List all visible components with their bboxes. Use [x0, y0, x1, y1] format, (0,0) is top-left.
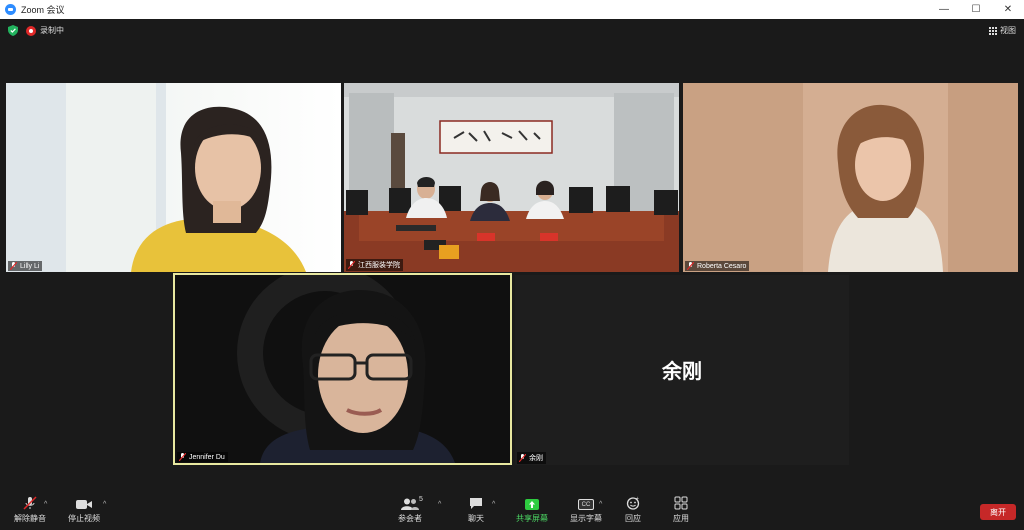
mic-muted-icon	[348, 261, 355, 269]
close-button[interactable]: ✕	[992, 0, 1024, 19]
participant-video-room	[344, 83, 679, 272]
security-shield-icon[interactable]	[8, 25, 18, 36]
apps-button[interactable]: 应用	[651, 494, 711, 524]
video-tile-roberta-cesaro[interactable]: Roberta Cesaro	[683, 83, 1018, 272]
mic-muted-icon	[687, 262, 694, 270]
video-tile-lilly-li[interactable]: Lilly Li	[6, 83, 341, 272]
video-tile-conference-room[interactable]: 江西服装学院	[344, 83, 679, 272]
window-controls: — ☐ ✕	[928, 0, 1024, 19]
mic-muted-icon	[23, 494, 37, 510]
share-screen-label: 共享屏幕	[516, 514, 548, 523]
chat-button[interactable]: 聊天	[446, 494, 506, 524]
video-camera-icon	[76, 494, 92, 510]
captions-options-caret[interactable]: ^	[599, 501, 602, 508]
leave-button[interactable]: 离开	[980, 504, 1016, 520]
minimize-button[interactable]: —	[928, 0, 960, 19]
share-screen-button[interactable]: 共享屏幕	[502, 494, 562, 524]
participant-name: Roberta Cesaro	[697, 262, 747, 270]
maximize-button[interactable]: ☐	[960, 0, 992, 19]
reactions-label: 回应	[625, 514, 641, 523]
window-title: Zoom 会议	[21, 5, 65, 15]
zoom-logo-icon	[5, 4, 16, 15]
title-bar: Zoom 会议 — ☐ ✕	[0, 0, 1024, 19]
mic-muted-icon	[179, 453, 186, 461]
svg-text:+: +	[636, 496, 639, 502]
closed-captions-icon: CC	[578, 499, 594, 510]
stop-video-label: 停止视频	[68, 514, 100, 523]
video-options-caret[interactable]: ^	[103, 501, 106, 508]
meeting-toolbar: 解除静音 ^ 停止视频 ^ 参会者 5 ^ 聊天 ^ 共享屏幕 CC 显示字幕 …	[0, 494, 1024, 530]
chat-options-caret[interactable]: ^	[492, 501, 495, 508]
audio-options-caret[interactable]: ^	[44, 501, 47, 508]
video-tile-yugang[interactable]: 余刚 余刚	[515, 275, 849, 465]
participant-name: 江西服装学院	[358, 262, 400, 269]
participant-name-tag: Jennifer Du	[177, 452, 228, 462]
participant-name: Jennifer Du	[189, 453, 225, 461]
participant-name: Lilly Li	[20, 262, 40, 270]
share-screen-icon	[525, 494, 539, 510]
participant-video-lilly	[6, 83, 306, 272]
participant-display-name: 余刚	[662, 361, 702, 383]
participant-name-tag: Lilly Li	[8, 261, 43, 271]
participants-count: 5	[419, 496, 423, 503]
show-captions-label: 显示字幕	[570, 514, 602, 523]
participant-name-tag: 江西服装学院	[346, 259, 403, 271]
participant-name: 余刚	[529, 455, 543, 462]
recording-label: 录制中	[40, 26, 64, 35]
record-icon	[26, 25, 36, 36]
video-tile-jennifer-du[interactable]: Jennifer Du	[173, 273, 512, 465]
participants-options-caret[interactable]: ^	[438, 501, 441, 508]
unmute-button[interactable]: 解除静音	[0, 494, 60, 524]
participant-name-tag: 余刚	[517, 452, 546, 464]
participants-button[interactable]: 参会者	[380, 494, 440, 524]
meeting-status-bar: 录制中 视图	[0, 19, 1024, 43]
participant-video-roberta	[683, 83, 1018, 272]
participant-video-jennifer	[175, 275, 510, 463]
participant-name-tag: Roberta Cesaro	[685, 261, 750, 271]
recording-indicator[interactable]: 录制中	[26, 25, 64, 36]
mic-muted-icon	[519, 454, 526, 462]
participants-icon	[401, 494, 419, 510]
chat-icon	[469, 494, 483, 510]
view-button[interactable]: 视图	[989, 25, 1016, 36]
apps-icon	[674, 494, 688, 510]
mic-muted-icon	[10, 262, 17, 270]
stop-video-button[interactable]: 停止视频	[54, 494, 114, 524]
grid-view-icon	[989, 26, 997, 35]
reaction-smiley-icon: +	[626, 494, 640, 510]
chat-label: 聊天	[468, 514, 484, 523]
unmute-label: 解除静音	[14, 514, 46, 523]
view-label: 视图	[1000, 26, 1016, 35]
apps-label: 应用	[673, 514, 689, 523]
participants-label: 参会者	[398, 514, 422, 523]
